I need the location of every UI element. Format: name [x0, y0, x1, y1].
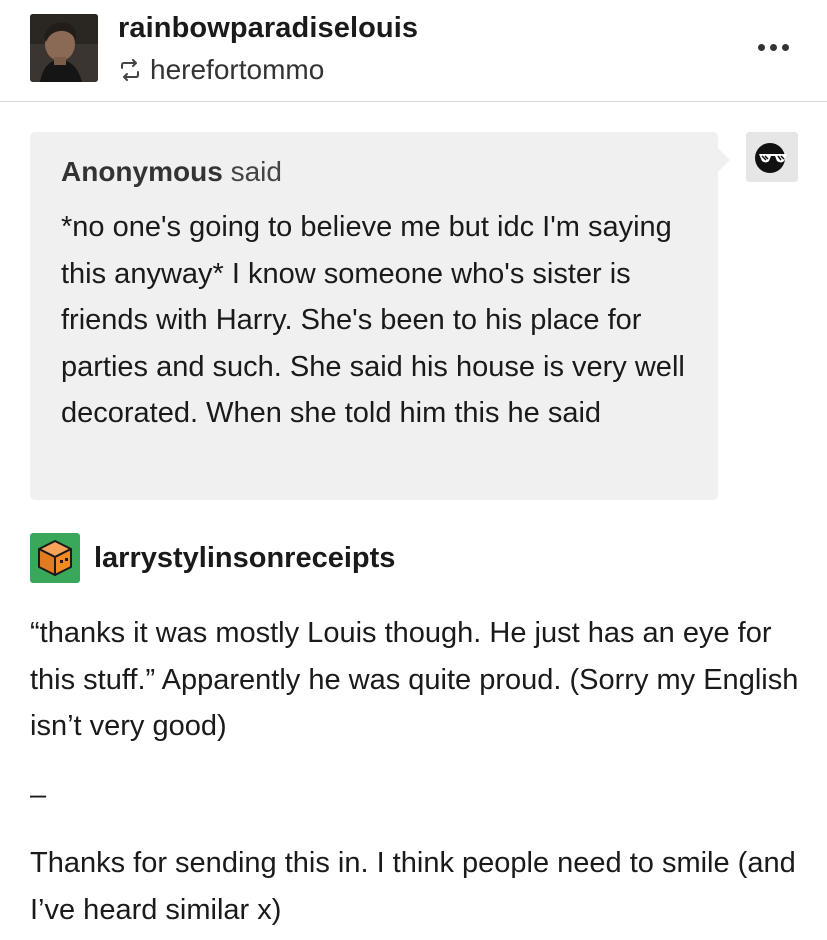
asker-said: said [230, 156, 282, 187]
asker-line: Anonymous said [61, 154, 687, 198]
reblog-source-name[interactable]: herefortommo [150, 54, 324, 86]
cube-avatar-icon [38, 540, 72, 576]
anonymous-avatar [746, 132, 798, 182]
more-horizontal-icon [781, 43, 789, 51]
answer-paragraph: Thanks for sending this in. I think peop… [30, 847, 796, 926]
sunglasses-icon [755, 143, 787, 173]
ask-bubble: Anonymous said *no one's going to believ… [30, 132, 730, 500]
answerer-name[interactable]: larrystylinsonreceipts [94, 542, 395, 575]
more-options-button[interactable] [741, 30, 805, 64]
more-horizontal-icon [769, 43, 777, 51]
asker-name: Anonymous [61, 156, 223, 187]
answer-paragraph: “thanks it was mostly Louis though. He j… [30, 617, 799, 742]
ask-question: *no one's going to believe me but idc I'… [61, 211, 685, 429]
more-horizontal-icon [757, 43, 765, 51]
post-header: rainbowparadiselouis herefortommo [0, 0, 827, 102]
answerer-avatar[interactable] [30, 533, 80, 583]
answer-separator: – [30, 779, 47, 811]
username[interactable]: rainbowparadiselouis [118, 12, 418, 45]
answer-header: larrystylinsonreceipts [30, 532, 395, 584]
avatar[interactable] [30, 14, 98, 82]
profile-photo [30, 14, 98, 82]
reblog-source[interactable]: herefortommo [118, 53, 324, 87]
reblog-icon [121, 59, 139, 81]
